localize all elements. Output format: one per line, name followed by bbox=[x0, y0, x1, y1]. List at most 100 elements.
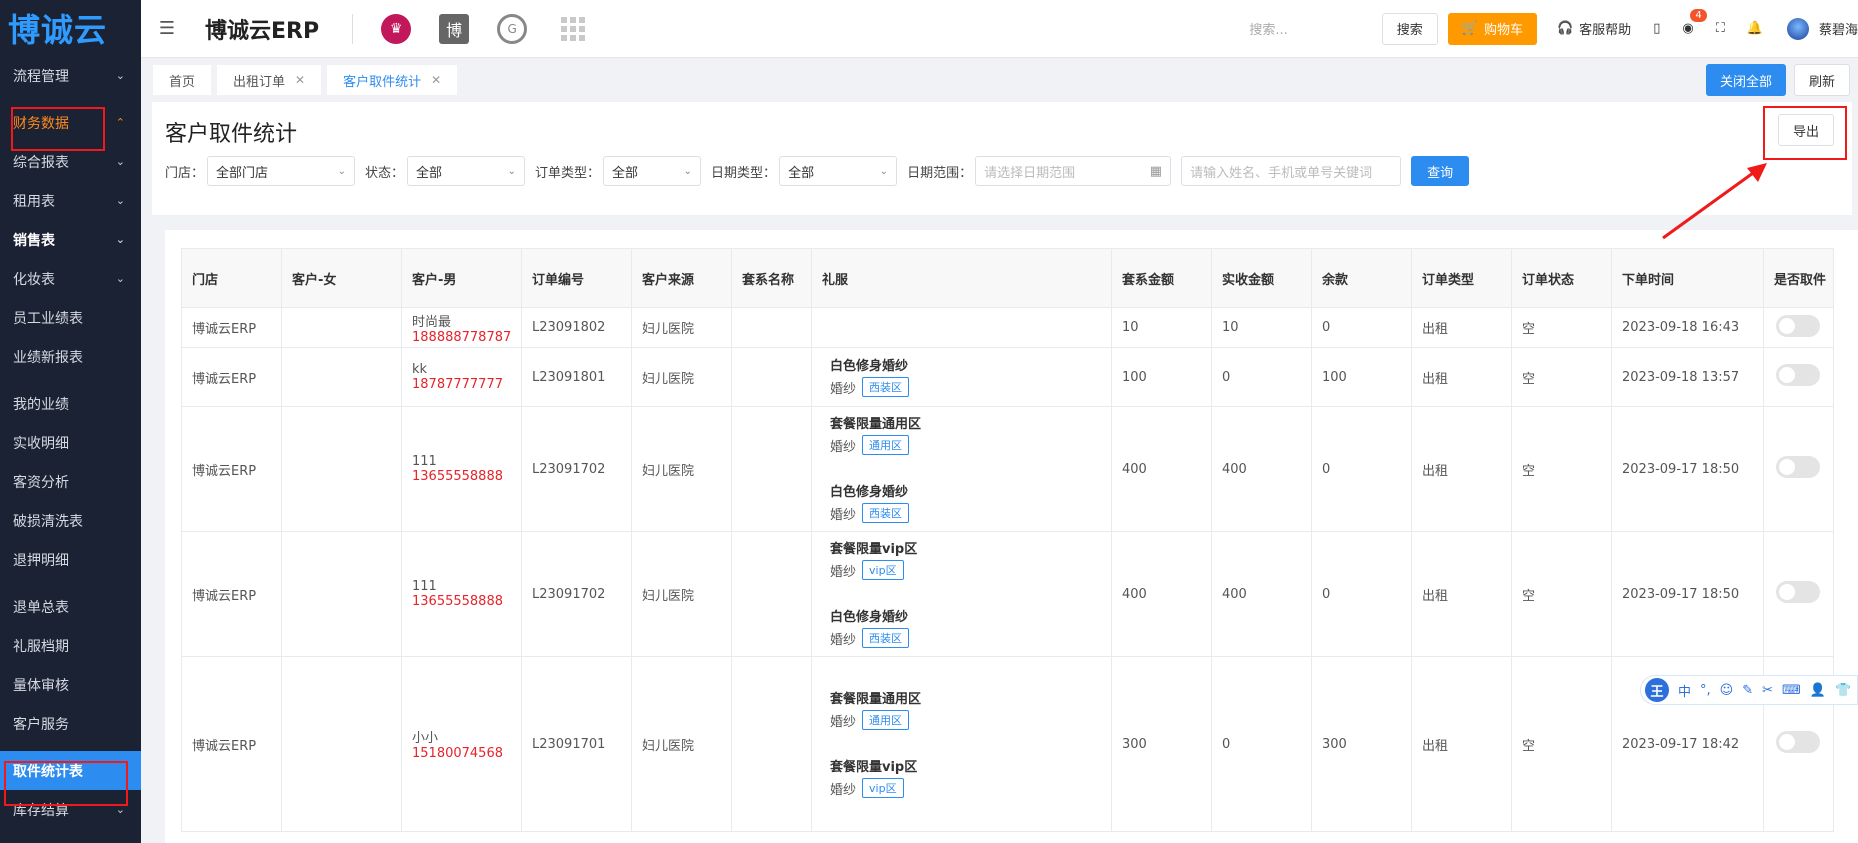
gown-name: 白色修身婚纱 bbox=[830, 359, 909, 374]
pen-icon[interactable]: ✎ bbox=[1742, 683, 1753, 698]
apps-grid-icon[interactable] bbox=[561, 16, 586, 41]
refresh-button[interactable]: 刷新 bbox=[1793, 64, 1850, 96]
date-range-input[interactable]: 请选择日期范围 ▦ bbox=[975, 156, 1172, 186]
tab-rental-orders[interactable]: 出租订单 ✕ bbox=[217, 65, 322, 95]
sidebar-item[interactable]: 实收明细 bbox=[0, 423, 141, 462]
ime-language-toggle[interactable]: 中 bbox=[1678, 681, 1691, 700]
pickup-toggle[interactable] bbox=[1776, 581, 1820, 603]
sidebar-item[interactable]: 租用表 ⌄ bbox=[0, 181, 141, 220]
bell-icon[interactable]: 🔔 bbox=[1747, 21, 1763, 36]
user-menu[interactable]: 蔡碧海 bbox=[1786, 17, 1858, 40]
sidebar-item[interactable]: 礼服档期 bbox=[0, 626, 141, 665]
column-header: 余款 bbox=[1311, 248, 1412, 308]
cell-package-amount: 400 bbox=[1122, 586, 1147, 602]
cell-status: 空 bbox=[1522, 588, 1536, 604]
sidebar-item[interactable]: 业绩新报表 bbox=[0, 337, 141, 376]
sidebar-item[interactable]: 退单总表 bbox=[0, 587, 141, 626]
gown-kind: 婚纱 bbox=[830, 564, 857, 580]
gown-kind: 婚纱 bbox=[830, 439, 857, 455]
mobile-icon[interactable]: ▯ bbox=[1653, 21, 1660, 36]
filter-panel: 客户取件统计 导出 门店： 全部门店 ⌄ 状态： 全部 ⌄ 订单类型： 全部 ⌄ 日期… bbox=[152, 102, 1852, 215]
emoji-icon[interactable]: ☺ bbox=[1720, 683, 1734, 698]
cell-source: 妇儿医院 bbox=[642, 322, 695, 337]
menu-separator bbox=[0, 376, 141, 384]
scissors-icon[interactable]: ✂ bbox=[1762, 683, 1773, 698]
cart-button[interactable]: 🛒 购物车 bbox=[1447, 12, 1537, 45]
tab-home[interactable]: 首页 bbox=[153, 65, 212, 95]
calendar-icon: ▦ bbox=[1149, 163, 1163, 179]
cell-order-type: 出租 bbox=[1422, 371, 1449, 387]
search-button[interactable]: 搜索 bbox=[1381, 12, 1438, 45]
chevron-icon: ⌃ bbox=[115, 116, 125, 129]
menu-separator bbox=[0, 743, 141, 751]
chevron-icon: ⌄ bbox=[115, 69, 125, 82]
sidebar-item[interactable]: 破损清洗表 bbox=[0, 501, 141, 540]
gown-kind: 婚纱 bbox=[830, 782, 857, 798]
gown-item: 套餐限量vip区 婚纱 vip区 bbox=[820, 750, 1111, 806]
notification-badge: 4 bbox=[1690, 9, 1707, 22]
order-type-select[interactable]: 全部 ⌄ bbox=[603, 156, 702, 186]
cell-balance: 100 bbox=[1322, 369, 1347, 385]
cell-gowns: 套餐限量通用区 婚纱 通用区 套餐限量vip区 婚纱 vip区 bbox=[811, 656, 1112, 832]
zone-tag: 西装区 bbox=[862, 377, 910, 397]
pickup-toggle[interactable] bbox=[1776, 456, 1820, 478]
punctuation-icon[interactable]: °, bbox=[1700, 683, 1711, 698]
gown-kind: 婚纱 bbox=[830, 714, 857, 730]
user-icon[interactable]: 👤 bbox=[1810, 683, 1826, 698]
brand-title: 博诚云ERP bbox=[205, 18, 320, 44]
column-header: 门店 bbox=[181, 248, 282, 308]
pickup-toggle[interactable] bbox=[1776, 314, 1820, 337]
chevron-down-icon: ⌄ bbox=[507, 165, 517, 177]
shirt-icon[interactable]: 👕 bbox=[1835, 683, 1851, 698]
cell-package-amount: 10 bbox=[1122, 320, 1139, 335]
annotation-box bbox=[1763, 106, 1847, 160]
fullscreen-icon[interactable]: ⛶ bbox=[1716, 21, 1725, 36]
gown-name: 套餐限量vip区 bbox=[830, 542, 918, 557]
pickup-toggle[interactable] bbox=[1776, 731, 1820, 753]
date-type-select[interactable]: 全部 ⌄ bbox=[779, 156, 898, 186]
ime-toolbar[interactable]: 王 中 °, ☺ ✎ ✂ ⌨ 👤 👕 bbox=[1640, 675, 1858, 705]
sidebar-item[interactable]: 员工业绩表 bbox=[0, 298, 141, 337]
sidebar-item[interactable]: 流程管理 ⌄ bbox=[0, 56, 141, 95]
cell-status: 空 bbox=[1522, 463, 1536, 479]
zone-tag: 通用区 bbox=[862, 710, 910, 730]
app-shortcut-icon[interactable]: G bbox=[497, 13, 528, 44]
pickup-toggle[interactable] bbox=[1776, 364, 1820, 386]
cell-gowns: 套餐限量通用区 婚纱 通用区 白色修身婚纱 婚纱 西装区 bbox=[811, 406, 1112, 532]
cell-paid: 0 bbox=[1222, 736, 1231, 752]
sidebar-item[interactable]: 退押明细 bbox=[0, 540, 141, 579]
sidebar-item[interactable]: 销售表 ⌄ bbox=[0, 220, 141, 259]
menu-separator bbox=[0, 95, 141, 103]
cell-order-type: 出租 bbox=[1422, 588, 1449, 604]
table-row: 博诚云ERP kk 18787777777 L23091801 妇儿医院 白色修身婚纱 婚纱… bbox=[181, 347, 1834, 407]
keyword-input[interactable]: 请输入姓名、手机或单号关键词 bbox=[1181, 156, 1402, 186]
query-button[interactable]: 查询 bbox=[1411, 156, 1470, 186]
cell-gowns: 套餐限量vip区 婚纱 vip区 白色修身婚纱 婚纱 西装区 bbox=[811, 531, 1112, 657]
ime-logo[interactable]: 王 bbox=[1645, 678, 1669, 702]
cell-male-name: 111 bbox=[412, 579, 437, 594]
menu-toggle-icon[interactable]: ☰ bbox=[147, 18, 187, 39]
close-icon[interactable]: ✕ bbox=[431, 73, 441, 87]
gown-item: 白色修身婚纱 婚纱 西装区 bbox=[820, 475, 1111, 531]
topbar: ☰ 博诚云ERP ♛ 博 G 搜索... 搜索 🛒 购物车 🎧 客服帮助 ▯ ◉… bbox=[141, 0, 1858, 58]
notification-target-icon[interactable]: ◉ 4 bbox=[1682, 9, 1707, 36]
sidebar-item[interactable]: 化妆表 ⌄ bbox=[0, 259, 141, 298]
cell-male-phone: 18787777777 bbox=[412, 377, 503, 392]
close-all-button[interactable]: 关闭全部 bbox=[1705, 64, 1786, 96]
tab-pickup-stats[interactable]: 客户取件统计 ✕ bbox=[327, 65, 458, 95]
cell-male-phone: 15180074568 bbox=[412, 746, 503, 761]
app-shortcut-icon[interactable]: 博 bbox=[439, 13, 470, 44]
close-icon[interactable]: ✕ bbox=[295, 73, 305, 87]
help-button[interactable]: 🎧 客服帮助 bbox=[1557, 19, 1631, 38]
search-input[interactable]: 搜索... bbox=[1249, 19, 1287, 38]
app-shortcut-icon[interactable]: ♛ bbox=[381, 13, 412, 44]
sidebar-item[interactable]: 量体审核 bbox=[0, 665, 141, 704]
status-select[interactable]: 全部 ⌄ bbox=[407, 156, 526, 186]
sidebar-item[interactable]: 客资分析 bbox=[0, 462, 141, 501]
sidebar-item[interactable]: 我的业绩 bbox=[0, 384, 141, 423]
sidebar-item[interactable]: 客户服务 bbox=[0, 704, 141, 743]
gown-kind: 婚纱 bbox=[830, 381, 857, 397]
store-select[interactable]: 全部门店 ⌄ bbox=[207, 156, 356, 186]
column-header: 是否取件 bbox=[1763, 248, 1834, 308]
keyboard-icon[interactable]: ⌨ bbox=[1782, 683, 1801, 698]
